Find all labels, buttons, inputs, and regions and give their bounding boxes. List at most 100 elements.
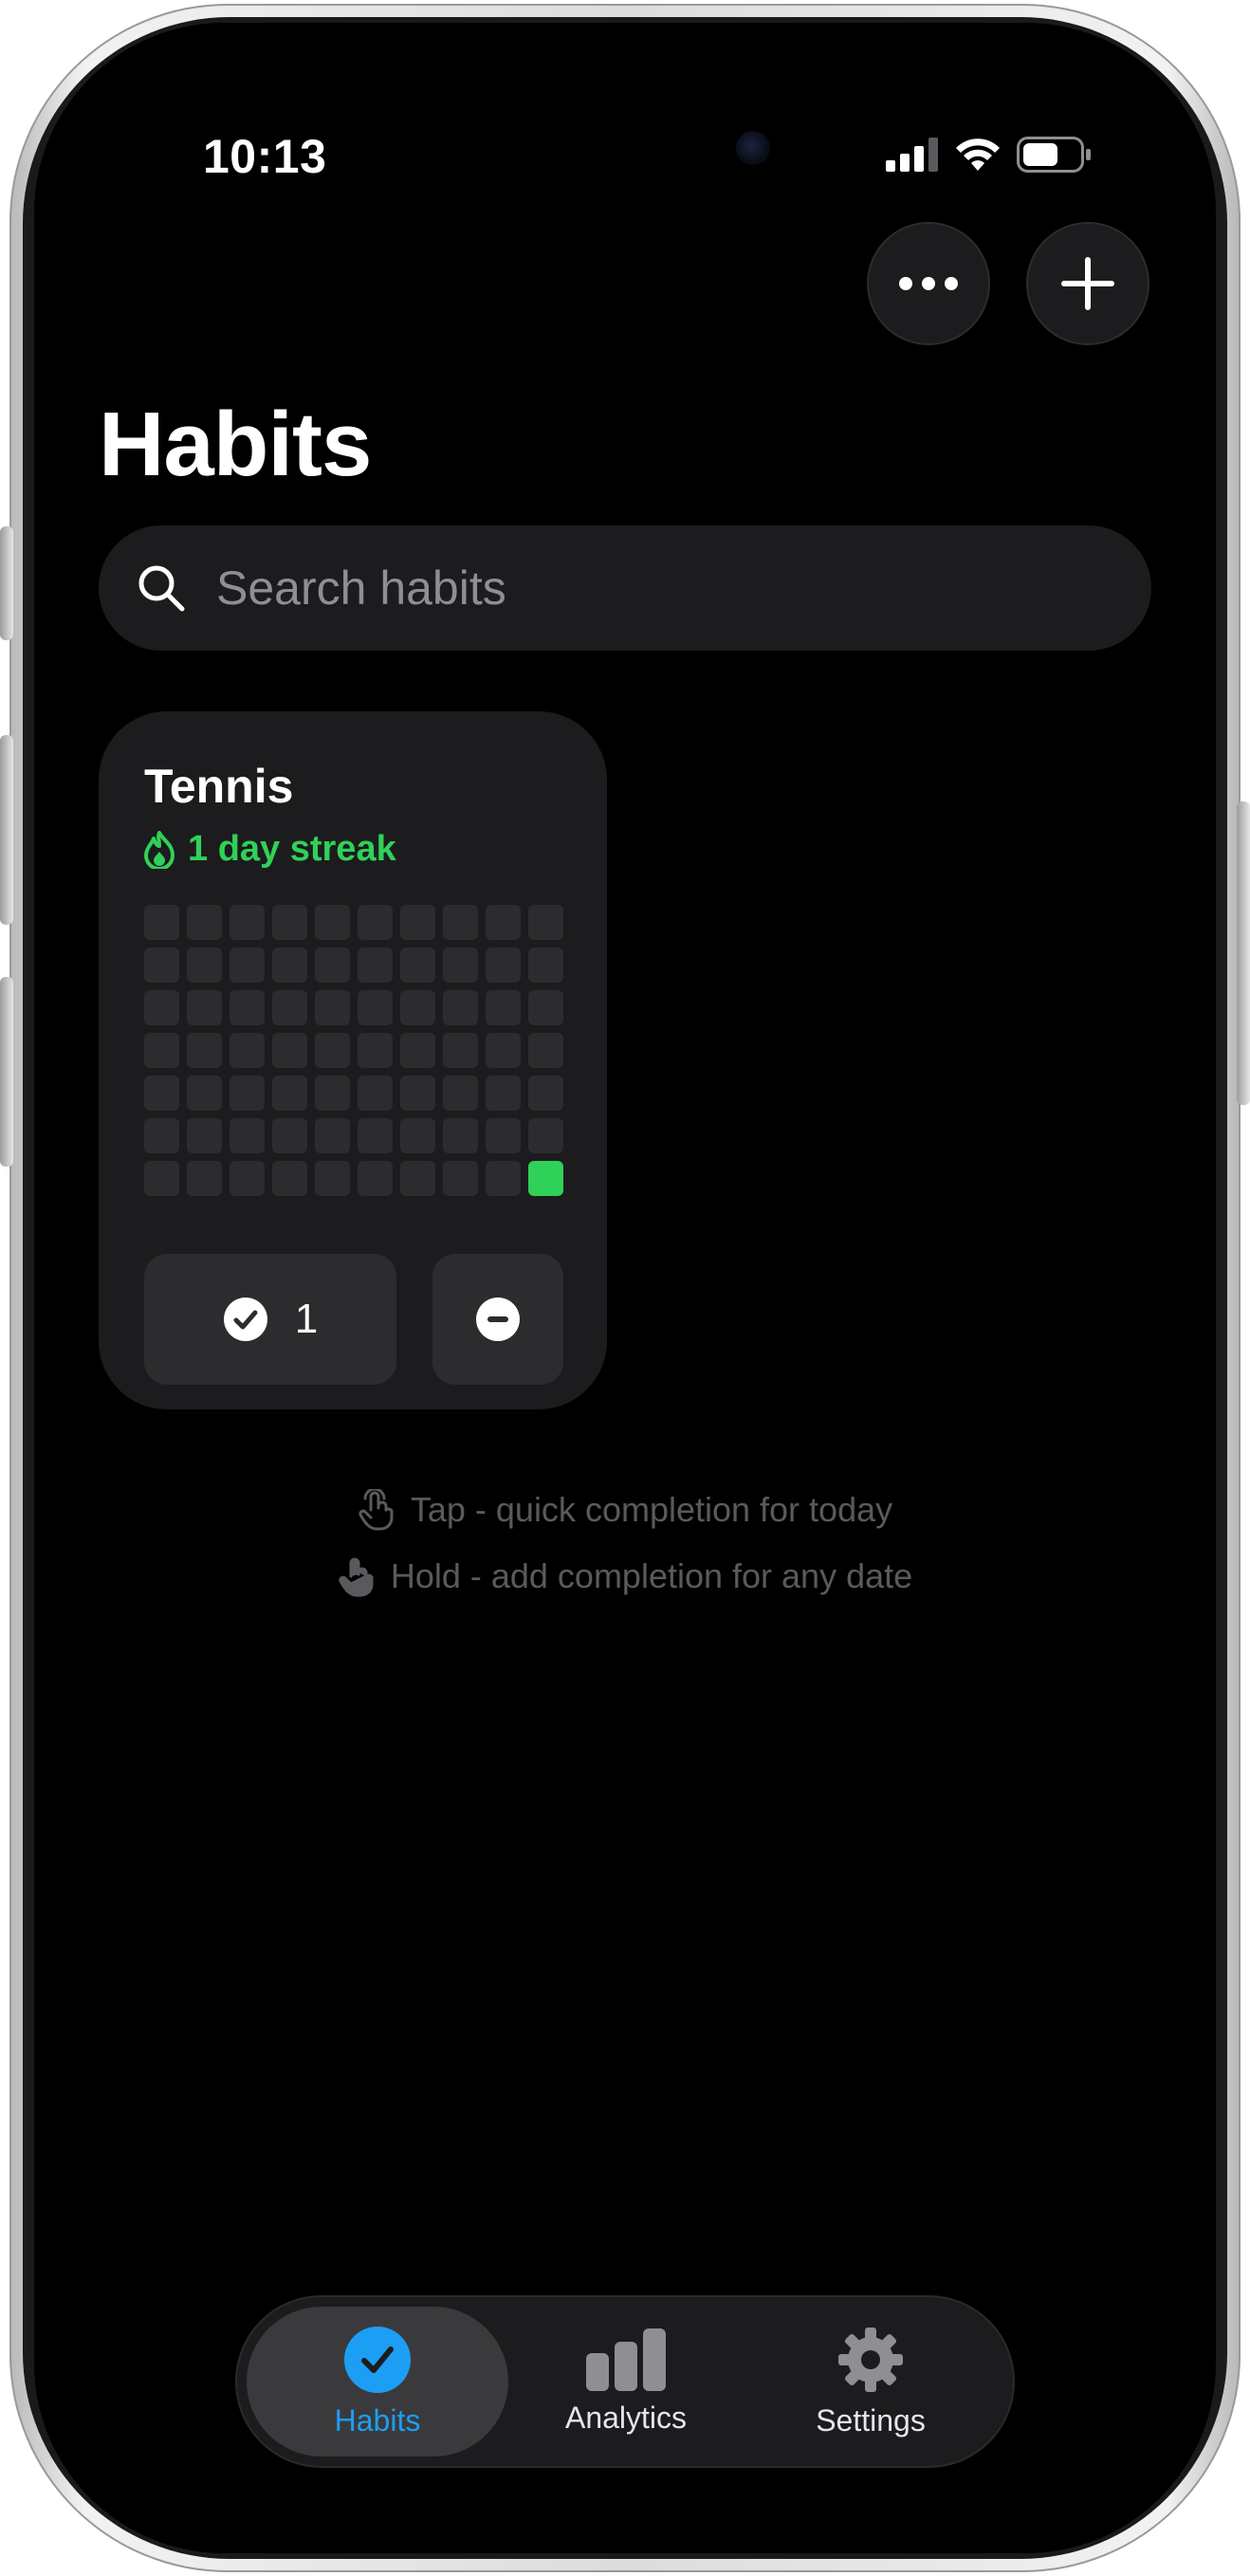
grid-cell [486,990,521,1025]
more-options-button[interactable] [867,222,990,345]
tab-analytics-label: Analytics [564,2400,688,2435]
app-screen: 10:13 Habits Search habits Tennis 1 day … [34,23,1216,2553]
ellipsis-icon [899,277,958,290]
front-camera [736,131,770,165]
complete-habit-button[interactable]: 1 [144,1254,396,1385]
grid-cell [358,905,393,940]
status-time: 10:13 [203,130,327,183]
grid-cell [230,1076,265,1111]
minus-circle-icon [476,1297,520,1341]
grid-cell [443,1161,478,1196]
grid-cell [486,905,521,940]
add-habit-button[interactable] [1026,222,1149,345]
grid-cell [315,905,350,940]
grid-cell [400,1161,435,1196]
grid-cell [144,990,179,1025]
grid-cell [187,905,222,940]
gear-icon [838,2327,903,2392]
grid-cell [400,948,435,983]
completion-count: 1 [294,1296,319,1342]
grid-cell [400,1118,435,1153]
signal-icon [886,138,938,172]
grid-cell [230,1118,265,1153]
grid-cell [187,1118,222,1153]
grid-cell [443,1076,478,1111]
tap-hint: Tap - quick completion for today [34,1489,1216,1531]
page-title: Habits [99,394,372,495]
habit-card[interactable]: Tennis 1 day streak 1 [99,711,607,1409]
action-button [0,526,13,640]
grid-cell [315,1118,350,1153]
completion-grid [144,905,563,1196]
wifi-icon [956,138,1000,171]
tab-settings-label: Settings [816,2402,926,2438]
grid-cell [358,1161,393,1196]
grid-cell [315,1076,350,1111]
grid-cell [144,1033,179,1068]
grid-cell [400,990,435,1025]
habit-name: Tennis [144,760,294,813]
tab-analytics[interactable]: Analytics [495,2307,757,2456]
grid-cell [528,905,563,940]
grid-cell [144,1076,179,1111]
grid-cell [443,905,478,940]
grid-cell [486,948,521,983]
grid-cell [443,948,478,983]
grid-cell [443,990,478,1025]
grid-cell [144,1118,179,1153]
grid-cell [443,1033,478,1068]
grid-cell [187,948,222,983]
tab-habits[interactable]: Habits [247,2307,508,2456]
grid-cell [358,948,393,983]
grid-cell [230,1033,265,1068]
grid-cell [400,905,435,940]
hold-gesture-icon [339,1557,374,1597]
grid-cell-completed [528,1161,563,1196]
grid-cell [528,990,563,1025]
tap-gesture-icon [358,1489,394,1531]
grid-cell [230,990,265,1025]
grid-cell [528,948,563,983]
grid-cell [315,1033,350,1068]
grid-cell [144,905,179,940]
hold-hint-text: Hold - add completion for any date [390,1556,913,1595]
grid-cell [358,1076,393,1111]
grid-cell [486,1118,521,1153]
grid-cell [443,1118,478,1153]
grid-cell [315,948,350,983]
volume-up-button [0,735,13,925]
streak-text: 1 day streak [188,829,396,869]
grid-cell [358,1033,393,1068]
search-icon [138,565,185,612]
grid-cell [315,990,350,1025]
grid-cell [358,1118,393,1153]
grid-cell [272,1118,307,1153]
grid-cell [486,1033,521,1068]
grid-cell [358,990,393,1025]
streak-label: 1 day streak [144,829,396,870]
status-icons [886,137,1093,173]
grid-cell [230,1161,265,1196]
tab-bar: Habits Analytics Settings [235,2295,1015,2468]
grid-cell [187,1076,222,1111]
grid-cell [230,905,265,940]
search-bar[interactable] [99,525,1151,651]
tab-settings[interactable]: Settings [740,2307,1002,2456]
grid-cell [400,1033,435,1068]
grid-cell [144,948,179,983]
grid-cell [187,990,222,1025]
grid-cell [272,948,307,983]
search-input[interactable] [214,560,1068,616]
grid-cell [144,1161,179,1196]
grid-cell [272,1161,307,1196]
grid-cell [528,1118,563,1153]
grid-cell [528,1033,563,1068]
checkmark-circle-filled-icon [344,2326,411,2393]
grid-cell [272,905,307,940]
remove-completion-button[interactable] [432,1254,563,1385]
bar-chart-icon [586,2328,666,2391]
grid-cell [187,1161,222,1196]
grid-cell [272,1033,307,1068]
checkmark-circle-icon [223,1297,267,1341]
plus-icon [1061,257,1114,310]
